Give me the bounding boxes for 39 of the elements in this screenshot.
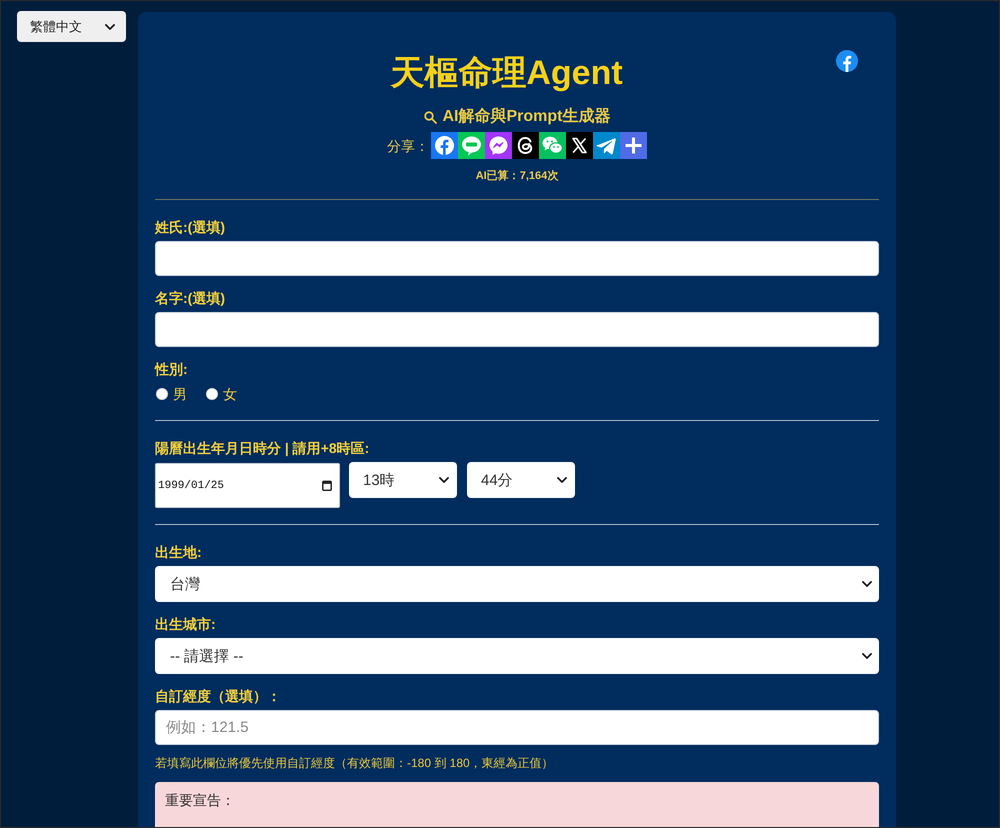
radio-label: 男 — [173, 385, 187, 404]
notice-title: 重要宣告： — [165, 791, 235, 810]
field-label: 性別: — [155, 360, 188, 379]
minute-select[interactable]: 44分 — [467, 462, 575, 498]
plus-icon[interactable] — [620, 132, 647, 159]
input-field[interactable] — [155, 241, 879, 276]
messenger-icon[interactable] — [485, 132, 512, 159]
chevron-down-icon — [862, 581, 872, 587]
date-field[interactable]: 1999/01/25 — [155, 463, 340, 508]
dropdown-field[interactable]: -- 請選擇 -- — [155, 638, 879, 674]
chevron-down-icon — [439, 477, 449, 483]
paper-plane-icon[interactable] — [593, 132, 620, 159]
app-title: 天樞命理Agent — [390, 53, 623, 94]
usage-count: AI已算：7,164次 — [476, 169, 558, 183]
field-label: 名字:(選填) — [155, 289, 225, 308]
calendar-icon[interactable] — [322, 480, 332, 491]
facebook-icon[interactable] — [836, 50, 858, 72]
search-icon — [424, 110, 436, 124]
at-sign-icon[interactable] — [512, 132, 539, 159]
input-field[interactable] — [155, 312, 879, 347]
field-label: 出生地: — [155, 543, 202, 562]
radio-button[interactable] — [156, 388, 168, 400]
hour-select[interactable]: 13時 — [349, 462, 457, 498]
chevron-down-icon — [105, 24, 115, 30]
field-label: 姓氏:(選填) — [155, 218, 225, 237]
field-label: 自訂經度（選填）： — [155, 687, 281, 706]
radio-label: 女 — [223, 385, 237, 404]
dropdown-field[interactable]: 台灣 — [155, 566, 879, 602]
x-logo-icon[interactable] — [566, 132, 593, 159]
subtitle: AI解命與Prompt生成器 — [442, 107, 610, 127]
language-select[interactable]: 繁體中文 — [17, 11, 126, 42]
radio-button[interactable] — [206, 388, 218, 400]
chevron-down-icon — [557, 477, 567, 483]
field-hint: 若填寫此欄位將優先使用自訂經度（有效範圍：-180 到 180，東經為正值） — [155, 755, 554, 771]
input-field[interactable]: 例如：121.5 — [155, 710, 879, 745]
field-label: 出生城市: — [155, 615, 216, 634]
share-label: 分享： — [387, 136, 429, 156]
field-label: 陽曆出生年月日時分 | 請用+8時區: — [155, 439, 370, 458]
chevron-down-icon — [862, 653, 872, 659]
